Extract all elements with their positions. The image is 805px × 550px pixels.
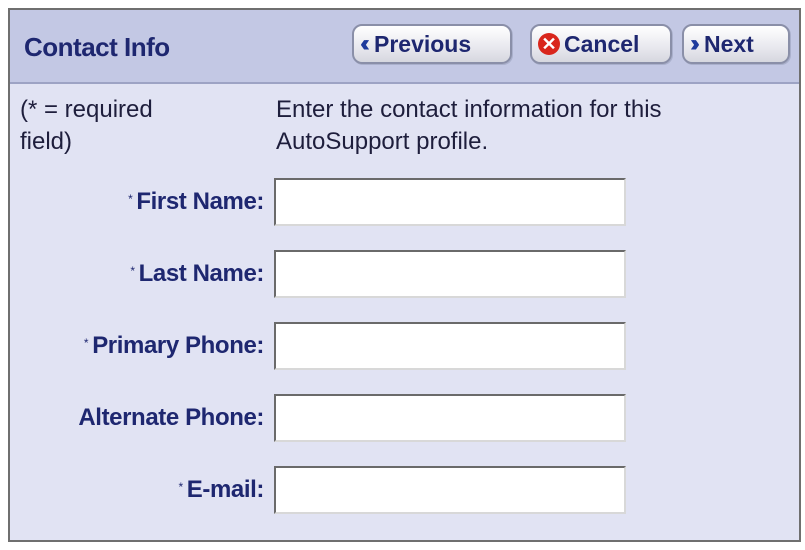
- double-chevron-left-icon: ‹‹: [360, 30, 370, 57]
- primary-phone-row: * Primary Phone:: [10, 322, 799, 372]
- instructions-text: Enter the contact information for this A…: [276, 94, 796, 158]
- alternate-phone-field[interactable]: [274, 394, 626, 442]
- alternate-phone-label: Alternate Phone:: [78, 404, 264, 431]
- cancel-circle-x-icon: ✕: [538, 33, 560, 55]
- instructions-line-1: Enter the contact information for this: [276, 96, 662, 123]
- required-note-line-1: (* = required: [20, 96, 153, 123]
- required-marker: *: [178, 480, 184, 494]
- required-marker: *: [83, 336, 89, 350]
- panel-title: Contact Info: [24, 32, 170, 62]
- primary-phone-field[interactable]: [274, 322, 626, 370]
- primary-phone-label: * Primary Phone:: [83, 332, 264, 359]
- first-name-field[interactable]: [274, 178, 626, 226]
- first-name-row: * First Name:: [10, 178, 799, 228]
- required-note-line-2: field): [20, 128, 73, 155]
- required-marker: *: [130, 264, 135, 278]
- previous-button[interactable]: ‹‹ Previous: [352, 24, 512, 64]
- email-label: * E-mail:: [178, 476, 265, 503]
- last-name-field[interactable]: [274, 250, 626, 298]
- alternate-phone-row: Alternate Phone:: [10, 394, 799, 444]
- last-name-label: * Last Name:: [130, 260, 264, 287]
- required-marker: *: [128, 192, 133, 206]
- double-chevron-right-icon: ››: [690, 30, 700, 57]
- panel-header: Contact Info ‹‹ Previous ✕ Cancel ›› Nex…: [10, 10, 799, 84]
- cancel-button-label: Cancel: [564, 30, 640, 57]
- last-name-row: * Last Name:: [10, 250, 799, 300]
- cancel-button[interactable]: ✕ Cancel: [530, 24, 672, 64]
- instructions-line-2: AutoSupport profile.: [276, 128, 489, 155]
- email-field[interactable]: [274, 466, 626, 514]
- next-button[interactable]: ›› Next: [682, 24, 790, 64]
- email-row: * E-mail:: [10, 466, 799, 516]
- next-button-label: Next: [703, 30, 754, 57]
- previous-button-label: Previous: [373, 30, 472, 57]
- required-field-note: (* = required field): [20, 94, 260, 158]
- first-name-label: * First Name:: [128, 188, 264, 215]
- contact-info-panel: Contact Info ‹‹ Previous ✕ Cancel ›› Nex…: [8, 8, 801, 542]
